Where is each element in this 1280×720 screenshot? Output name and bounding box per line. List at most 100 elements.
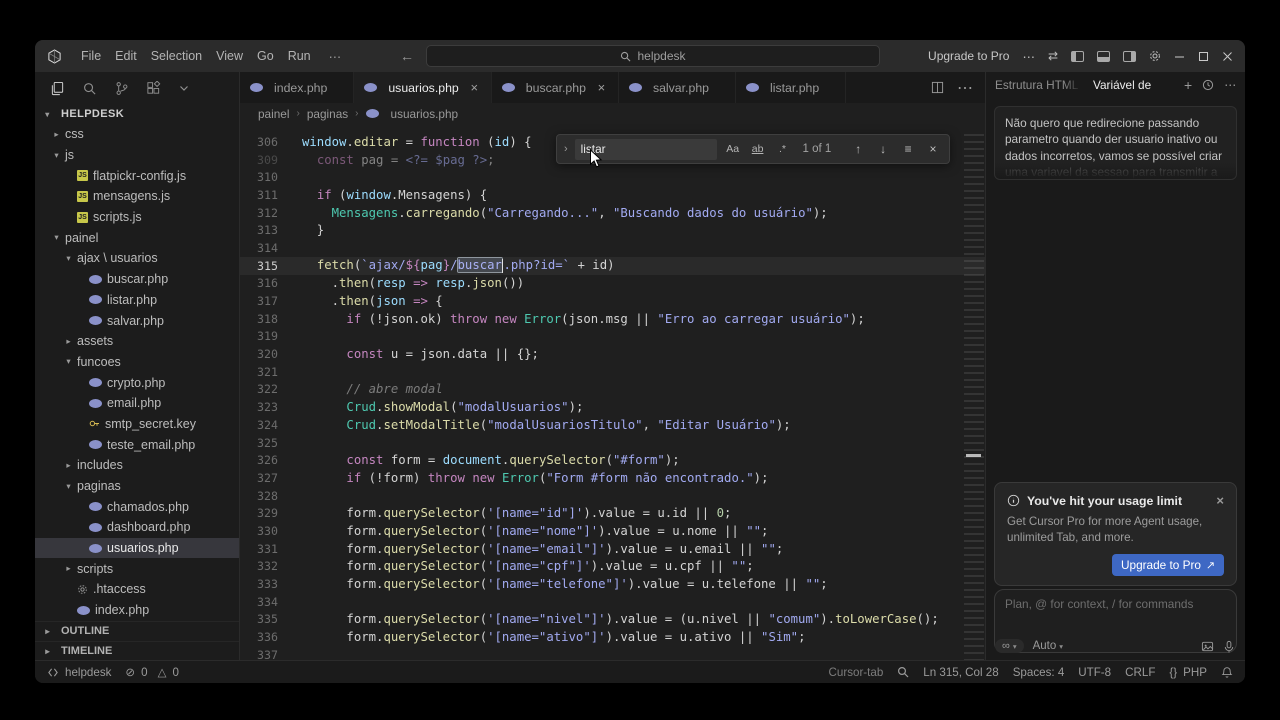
upgrade-to-pro-button[interactable]: Upgrade to Pro (928, 49, 1009, 63)
search-view-icon[interactable] (82, 81, 97, 96)
breadcrumb-item-paginas[interactable]: paginas (307, 107, 348, 121)
explorer-item-dashboard-php[interactable]: dashboard.php (35, 517, 239, 538)
explorer-item-flatpickr-config-js[interactable]: JS flatpickr-config.js (35, 165, 239, 186)
explorer-item-includes[interactable]: ▸ includes (35, 455, 239, 476)
close-find-icon[interactable]: × (924, 142, 942, 156)
menu-run[interactable]: Run (281, 49, 318, 63)
code-line-334[interactable]: 334 (240, 593, 985, 611)
explorer-item-listar-php[interactable]: listar.php (35, 290, 239, 311)
indentation-status[interactable]: Spaces: 4 (1013, 666, 1065, 679)
toggle-panel-icon[interactable] (1097, 50, 1110, 62)
menu-go[interactable]: Go (250, 49, 281, 63)
extensions-icon[interactable] (146, 80, 161, 96)
chat-history-icon[interactable] (1202, 79, 1214, 91)
explorer-item-index-php[interactable]: index.php (35, 600, 239, 621)
explorer-item-scripts-js[interactable]: JS scripts.js (35, 207, 239, 228)
views-overflow-chevron-icon[interactable] (178, 82, 190, 94)
menu-view[interactable]: View (209, 49, 250, 63)
minimize-icon[interactable] (1174, 51, 1185, 62)
code-line-321[interactable]: 321 (240, 363, 985, 381)
chat-input[interactable] (1005, 597, 1226, 611)
explorer-item-ajax-usuarios[interactable]: ▾ ajax \ usuarios (35, 248, 239, 269)
code-line-332[interactable]: 332 form.querySelector('[name="cpf"]').v… (240, 558, 985, 576)
zoom-status-icon[interactable] (897, 666, 909, 678)
code-line-337[interactable]: 337 (240, 646, 985, 660)
whole-word-button[interactable]: ab (749, 143, 767, 155)
breadcrumb-item-painel[interactable]: painel (258, 107, 290, 121)
explorer-item-funcoes[interactable]: ▾ funcoes (35, 352, 239, 373)
code-line-318[interactable]: 318 if (!json.ok) throw new Error(json.m… (240, 310, 985, 328)
menu-selection[interactable]: Selection (144, 49, 209, 63)
menu-edit[interactable]: Edit (108, 49, 144, 63)
tab-index-php[interactable]: index.php (240, 72, 355, 103)
code-line-335[interactable]: 335 form.querySelector('[name="nivel"]')… (240, 611, 985, 629)
language-status[interactable]: {} PHP (1169, 666, 1207, 679)
explorer-item-js[interactable]: ▾ js (35, 145, 239, 166)
code-line-331[interactable]: 331 form.querySelector('[name="email"]')… (240, 540, 985, 558)
code-line-317[interactable]: 317 .then(json => { (240, 292, 985, 310)
chat-more-icon[interactable]: ⋯ (1224, 78, 1236, 92)
regex-button[interactable]: .* (774, 143, 792, 155)
code-line-315[interactable]: 315 fetch(`ajax/${pag}/buscar .php?id=` +… (240, 256, 985, 275)
explorer-item-buscar-php[interactable]: buscar.php (35, 269, 239, 290)
new-chat-icon[interactable]: + (1184, 77, 1192, 93)
code-line-322[interactable]: 322 // abre modal (240, 381, 985, 399)
find-in-selection-icon[interactable]: ≡ (899, 142, 917, 156)
explorer-item-crypto-php[interactable]: crypto.php (35, 372, 239, 393)
code-line-326[interactable]: 326 const form = document.querySelector(… (240, 451, 985, 469)
explorer-icon[interactable] (50, 81, 65, 96)
explorer-item-css[interactable]: ▸ css (35, 124, 239, 145)
microphone-icon[interactable] (1223, 640, 1235, 653)
code-line-312[interactable]: 312 Mensagens.carregando("Carregando..."… (240, 204, 985, 222)
minimap[interactable] (964, 134, 984, 660)
notifications-bell-icon[interactable] (1221, 666, 1233, 679)
explorer-item-assets[interactable]: ▸ assets (35, 331, 239, 352)
code-area[interactable]: 306 window.editar = function (id) {309 co… (240, 124, 985, 660)
explorer-item--htaccess[interactable]: .htaccess (35, 579, 239, 600)
tab-usuarios-php[interactable]: usuarios.php × (354, 72, 492, 103)
tab-overflow-icon[interactable]: ⋯ (957, 78, 973, 98)
settings-gear-icon[interactable] (1149, 50, 1161, 62)
timeline-section[interactable]: ▸ TIMELINE (35, 640, 239, 661)
more-actions-icon[interactable]: ⋯ (1022, 49, 1035, 64)
explorer-item-teste-email-php[interactable]: teste_email.php (35, 434, 239, 455)
code-line-320[interactable]: 320 const u = json.data || {}; (240, 345, 985, 363)
cursor-tab-status[interactable]: Cursor-tab (829, 666, 884, 679)
breadcrumb-item-usuarios-php[interactable]: usuarios.php (391, 107, 459, 121)
cursor-position-status[interactable]: Ln 315, Col 28 (923, 666, 998, 679)
code-line-323[interactable]: 323 Crud.showModal("modalUsuarios"); (240, 398, 985, 416)
explorer-item-smtp-secret-key[interactable]: smtp_secret.key (35, 414, 239, 435)
eol-status[interactable]: CRLF (1125, 666, 1155, 679)
code-line-328[interactable]: 328 (240, 487, 985, 505)
code-line-336[interactable]: 336 form.querySelector('[name="ativo"]')… (240, 628, 985, 646)
explorer-item-mensagens-js[interactable]: JS mensagens.js (35, 186, 239, 207)
menu-overflow[interactable]: ⋯ (322, 49, 349, 64)
back-arrow-icon[interactable]: ← (400, 48, 414, 64)
code-line-330[interactable]: 330 form.querySelector('[name="nome"]').… (240, 522, 985, 540)
toggle-sidebar-icon[interactable] (1071, 50, 1084, 62)
explorer-item-scripts[interactable]: ▸ scripts (35, 558, 239, 579)
match-case-button[interactable]: Aa (724, 143, 742, 155)
chat-tab-previous[interactable]: Estrutura HTML da (995, 78, 1081, 92)
close-usage-card-icon[interactable]: × (1216, 493, 1224, 508)
toggle-replace-chevron-icon[interactable]: › (564, 143, 568, 155)
breadcrumb[interactable]: painel › paginas › usuarios.php (240, 103, 985, 124)
toggle-secondary-sidebar-icon[interactable] (1123, 50, 1136, 62)
explorer-item-email-php[interactable]: email.php (35, 393, 239, 414)
explorer-item-usuarios-php[interactable]: usuarios.php (35, 537, 239, 559)
explorer-item-painel[interactable]: ▾ painel (35, 227, 239, 248)
minimap-slider[interactable] (966, 454, 981, 457)
close-window-icon[interactable] (1222, 51, 1233, 62)
code-line-319[interactable]: 319 (240, 328, 985, 346)
previous-match-icon[interactable]: ↑ (849, 142, 867, 156)
explorer-root-header[interactable]: ▾ HELPDESK (35, 104, 239, 124)
attach-image-icon[interactable] (1201, 640, 1214, 653)
command-center[interactable]: helpdesk (426, 45, 880, 67)
sync-icon[interactable]: ⇄ (1048, 49, 1058, 63)
menu-file[interactable]: File (74, 49, 108, 63)
code-line-325[interactable]: 325 (240, 434, 985, 452)
explorer-item-salvar-php[interactable]: salvar.php (35, 310, 239, 331)
code-line-310[interactable]: 310 (240, 168, 985, 186)
chat-tab-current[interactable]: Variável de (1093, 78, 1151, 92)
explorer-item-paginas[interactable]: ▾ paginas (35, 476, 239, 497)
